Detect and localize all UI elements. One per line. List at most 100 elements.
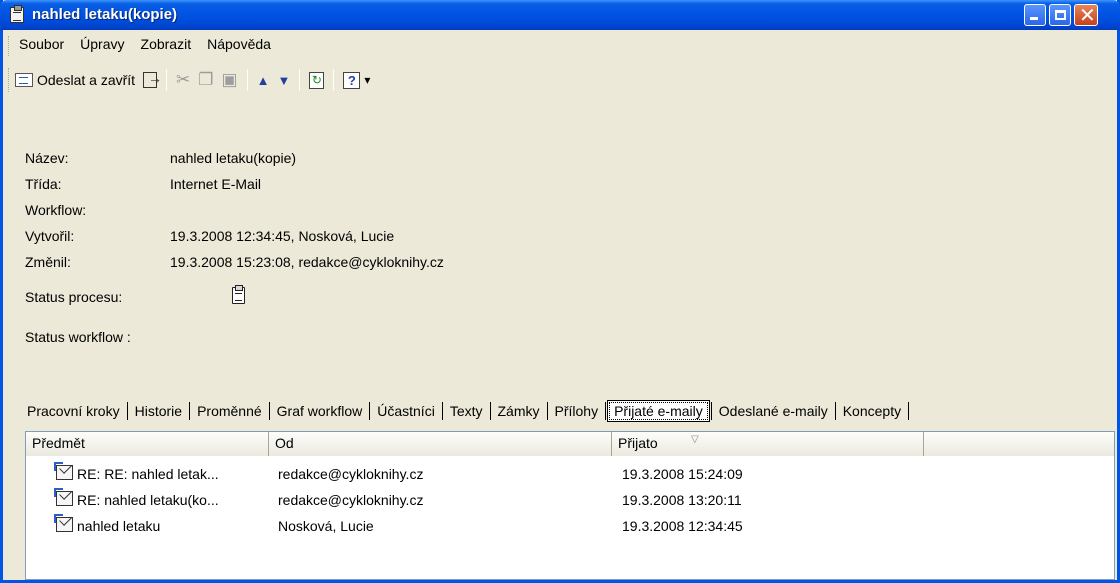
- exit-icon: [143, 70, 162, 88]
- copy-icon: ❐: [198, 70, 214, 89]
- property-value: 19.3.2008 15:23:08, redakce@cykloknihy.c…: [170, 254, 444, 270]
- cell-received: 19.3.2008 12:34:45: [622, 518, 743, 534]
- column-header-empty: [924, 432, 1114, 456]
- tab-prilohy[interactable]: Přílohy: [549, 401, 605, 421]
- paste-icon: ▣: [221, 70, 238, 89]
- property-label: Název:: [25, 150, 69, 166]
- menu-upravy[interactable]: Úpravy: [72, 34, 132, 56]
- next-button[interactable]: ▼: [273, 67, 294, 93]
- tab-ucastnici[interactable]: Účastníci: [371, 401, 441, 421]
- minimize-icon: [1030, 17, 1038, 20]
- tab-divider: [908, 402, 910, 420]
- refresh-icon: ↻: [309, 71, 325, 89]
- tab-graf-workflow[interactable]: Graf workflow: [271, 401, 369, 421]
- property-label: Status procesu:: [25, 289, 123, 305]
- column-header-subject[interactable]: Předmět: [26, 432, 269, 456]
- exit-button[interactable]: [139, 67, 162, 93]
- tab-prijate-emaily[interactable]: Přijaté e-maily: [607, 400, 710, 422]
- toolbar-separator: [333, 69, 335, 91]
- reply-mail-icon: [54, 488, 73, 506]
- column-header-from[interactable]: Od: [269, 432, 612, 456]
- property-label: Vytvořil:: [25, 228, 75, 244]
- column-label: Přijato: [618, 435, 658, 451]
- minimize-button[interactable]: [1024, 4, 1046, 26]
- column-label: Od: [275, 435, 294, 451]
- email-window: nahled letaku(kopie) ✕ Soubor Úpravy Zob…: [0, 0, 1120, 583]
- send-mail-icon: [15, 73, 33, 87]
- scissors-icon: ✂: [176, 70, 191, 89]
- menu-napoveda[interactable]: Nápověda: [199, 34, 279, 56]
- previous-button[interactable]: ▲: [253, 67, 274, 93]
- received-emails-list[interactable]: Předmět Od Přijato ▽ RE: RE: nahled letak…: [25, 431, 1115, 580]
- reply-mail-icon: [54, 462, 73, 480]
- property-label: Workflow:: [25, 202, 87, 218]
- property-value: 19.3.2008 12:34:45, Nosková, Lucie: [170, 228, 395, 244]
- tab-historie[interactable]: Historie: [129, 401, 188, 421]
- sort-descending-icon: ▽: [691, 434, 699, 445]
- tab-divider: [489, 402, 491, 420]
- tab-divider: [369, 402, 371, 420]
- send-close-button[interactable]: Odeslat a zavřít: [11, 67, 139, 93]
- menu-bar: Soubor Úpravy Zobrazit Nápověda: [11, 34, 279, 56]
- tab-divider: [126, 402, 128, 420]
- tab-divider: [710, 402, 712, 420]
- clipboard-icon: [10, 5, 24, 23]
- chevron-down-icon: ▾: [364, 73, 371, 87]
- toolbar-separator: [246, 69, 248, 91]
- property-label: Třída:: [25, 176, 62, 192]
- tab-odeslane-emaily[interactable]: Odeslané e-maily: [713, 401, 834, 421]
- toolbar: Odeslat a zavřít ✂ ❐ ▣ ▲ ▼ ↻ ? ▾: [11, 65, 374, 95]
- tab-divider: [834, 402, 836, 420]
- tab-texty[interactable]: Texty: [444, 401, 489, 421]
- cell-from: Nosková, Lucie: [278, 518, 374, 534]
- close-button[interactable]: ✕: [1074, 3, 1098, 27]
- tab-divider: [268, 402, 270, 420]
- property-label: Změnil:: [25, 254, 71, 270]
- help-button[interactable]: ? ▾: [339, 67, 374, 93]
- cell-subject: nahled letaku: [77, 518, 161, 534]
- tab-divider: [605, 402, 607, 420]
- cell-received: 19.3.2008 13:20:11: [622, 492, 742, 508]
- list-item[interactable]: RE: nahled letaku(ko... redakce@cyklokni…: [26, 488, 1114, 513]
- list-header: Předmět Od Přijato ▽: [26, 432, 1114, 456]
- tab-divider: [546, 402, 548, 420]
- list-item[interactable]: nahled letaku Nosková, Lucie 19.3.2008 1…: [26, 514, 1114, 539]
- help-icon: ?: [343, 71, 361, 89]
- menu-soubor[interactable]: Soubor: [11, 34, 72, 56]
- clipboard-icon: [232, 285, 245, 304]
- tab-koncepty[interactable]: Koncepty: [837, 401, 907, 421]
- window-title: nahled letaku(kopie): [32, 6, 178, 23]
- tab-divider: [441, 402, 443, 420]
- list-item[interactable]: RE: RE: nahled letak... redakce@cyklokni…: [26, 462, 1114, 487]
- tab-bar: Pracovní kroky Historie Proměnné Graf wo…: [21, 398, 910, 424]
- tab-promenne[interactable]: Proměnné: [191, 401, 268, 421]
- arrow-down-icon: ▼: [277, 72, 291, 88]
- toolbar-separator: [299, 69, 301, 91]
- close-icon: ✕: [1079, 3, 1096, 27]
- tab-zamky[interactable]: Zámky: [492, 401, 546, 421]
- cell-received: 19.3.2008 15:24:09: [622, 466, 743, 482]
- cell-subject: RE: nahled letaku(ko...: [77, 492, 219, 508]
- title-bar: nahled letaku(kopie) ✕: [0, 0, 1120, 30]
- property-value: nahled letaku(kopie): [170, 150, 297, 166]
- arrow-up-icon: ▲: [256, 72, 270, 88]
- refresh-button[interactable]: ↻: [305, 67, 328, 93]
- maximize-button[interactable]: [1049, 4, 1071, 26]
- tab-divider: [189, 402, 191, 420]
- cut-button[interactable]: ✂: [172, 67, 194, 93]
- copy-button[interactable]: ❐: [194, 67, 217, 93]
- cell-subject: RE: RE: nahled letak...: [77, 466, 219, 482]
- toolbar-separator: [166, 69, 168, 91]
- send-close-label: Odeslat a zavřít: [37, 72, 136, 88]
- maximize-icon: [1055, 10, 1066, 20]
- property-value: Internet E-Mail: [170, 176, 262, 192]
- mail-icon: [54, 514, 73, 532]
- menu-zobrazit[interactable]: Zobrazit: [133, 34, 200, 56]
- tab-pracovni-kroky[interactable]: Pracovní kroky: [21, 401, 126, 421]
- paste-button[interactable]: ▣: [218, 67, 242, 93]
- cell-from: redakce@cykloknihy.cz: [278, 466, 424, 482]
- cell-from: redakce@cykloknihy.cz: [278, 492, 424, 508]
- column-header-received[interactable]: Přijato ▽: [612, 432, 924, 456]
- property-label: Status workflow :: [25, 329, 131, 345]
- column-label: Předmět: [32, 435, 85, 451]
